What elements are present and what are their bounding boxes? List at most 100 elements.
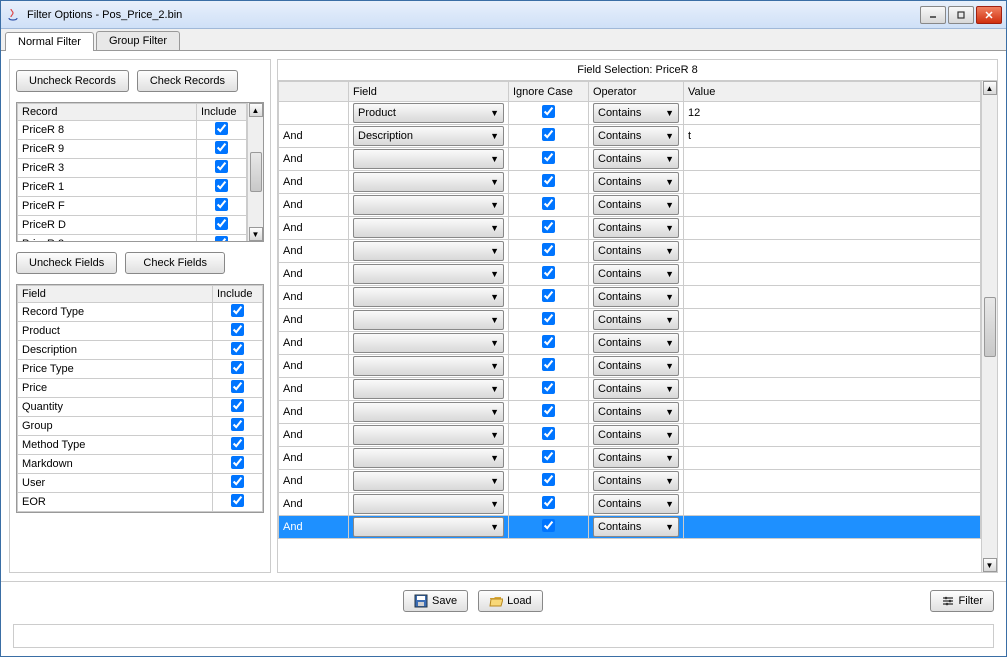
- field-combo[interactable]: ▼: [353, 356, 504, 376]
- operator-combo[interactable]: Contains▼: [593, 448, 679, 468]
- load-button[interactable]: Load: [478, 590, 542, 612]
- field-combo[interactable]: ▼: [353, 517, 504, 537]
- value-input[interactable]: [688, 448, 976, 468]
- value-input[interactable]: [688, 402, 976, 422]
- filter-button[interactable]: Filter: [930, 590, 994, 612]
- operator-combo[interactable]: Contains▼: [593, 517, 679, 537]
- ignore-case-checkbox[interactable]: [542, 289, 555, 302]
- field-combo[interactable]: ▼: [353, 264, 504, 284]
- records-row[interactable]: PriceR 8: [18, 121, 247, 140]
- field-include-checkbox[interactable]: [231, 323, 244, 336]
- andor-cell[interactable]: And: [279, 194, 349, 217]
- value-input[interactable]: [688, 149, 976, 169]
- ignore-case-checkbox[interactable]: [542, 496, 555, 509]
- value-input[interactable]: [688, 241, 976, 261]
- operator-combo[interactable]: Contains▼: [593, 310, 679, 330]
- ignore-case-checkbox[interactable]: [542, 128, 555, 141]
- filter-row[interactable]: And▼Contains▼: [279, 148, 981, 171]
- operator-combo[interactable]: Contains▼: [593, 333, 679, 353]
- andor-cell[interactable]: And: [279, 171, 349, 194]
- maximize-button[interactable]: [948, 6, 974, 24]
- operator-combo[interactable]: Contains▼: [593, 149, 679, 169]
- ignore-case-checkbox[interactable]: [542, 335, 555, 348]
- ignore-case-checkbox[interactable]: [542, 174, 555, 187]
- filter-table[interactable]: Field Ignore Case Operator Value Product…: [278, 81, 981, 572]
- scroll-thumb[interactable]: [250, 152, 262, 192]
- scroll-up-icon[interactable]: ▲: [983, 81, 997, 95]
- filter-row[interactable]: And▼ Contains▼: [279, 240, 981, 263]
- value-input[interactable]: [688, 172, 976, 192]
- field-include-checkbox[interactable]: [231, 304, 244, 317]
- field-combo[interactable]: ▼: [353, 287, 504, 307]
- field-combo[interactable]: ▼: [353, 402, 504, 422]
- filter-row[interactable]: And▼ Contains▼: [279, 516, 981, 539]
- records-row[interactable]: PriceR 1: [18, 178, 247, 197]
- andor-cell[interactable]: And: [279, 240, 349, 263]
- field-combo[interactable]: ▼: [353, 241, 504, 261]
- value-input[interactable]: [688, 333, 976, 353]
- ignore-case-checkbox[interactable]: [542, 197, 555, 210]
- field-combo[interactable]: ▼: [353, 448, 504, 468]
- ignore-case-checkbox[interactable]: [542, 151, 555, 164]
- scroll-down-icon[interactable]: ▼: [249, 227, 263, 241]
- operator-combo[interactable]: Contains▼: [593, 287, 679, 307]
- ignore-case-checkbox[interactable]: [542, 381, 555, 394]
- andor-cell[interactable]: And: [279, 424, 349, 447]
- filter-row[interactable]: And▼Contains▼: [279, 171, 981, 194]
- field-include-checkbox[interactable]: [231, 494, 244, 507]
- filter-scrollbar[interactable]: ▲ ▼: [981, 81, 997, 572]
- filter-row[interactable]: AndDescription▼Contains▼: [279, 125, 981, 148]
- field-include-checkbox[interactable]: [231, 361, 244, 374]
- close-button[interactable]: [976, 6, 1002, 24]
- fields-row[interactable]: Method Type: [18, 436, 263, 455]
- value-input[interactable]: [688, 379, 976, 399]
- value-input[interactable]: [688, 218, 976, 238]
- value-input[interactable]: [688, 356, 976, 376]
- operator-combo[interactable]: Contains▼: [593, 241, 679, 261]
- andor-cell[interactable]: And: [279, 516, 349, 539]
- operator-combo[interactable]: Contains▼: [593, 379, 679, 399]
- filter-row[interactable]: And▼Contains▼: [279, 309, 981, 332]
- records-row[interactable]: PriceR 3: [18, 159, 247, 178]
- records-row[interactable]: PriceR D: [18, 216, 247, 235]
- fields-row[interactable]: Price Type: [18, 360, 263, 379]
- uncheck-records-button[interactable]: Uncheck Records: [16, 70, 129, 92]
- field-include-checkbox[interactable]: [231, 342, 244, 355]
- field-combo[interactable]: Product▼: [353, 103, 504, 123]
- fields-row[interactable]: Product: [18, 322, 263, 341]
- operator-combo[interactable]: Contains▼: [593, 494, 679, 514]
- fields-row[interactable]: Group: [18, 417, 263, 436]
- filter-row[interactable]: And▼Contains▼: [279, 401, 981, 424]
- operator-combo[interactable]: Contains▼: [593, 356, 679, 376]
- filter-row[interactable]: And▼ Contains▼: [279, 447, 981, 470]
- scroll-thumb[interactable]: [984, 297, 996, 357]
- minimize-button[interactable]: [920, 6, 946, 24]
- record-include-checkbox[interactable]: [215, 236, 228, 241]
- field-include-checkbox[interactable]: [231, 418, 244, 431]
- record-include-checkbox[interactable]: [215, 217, 228, 230]
- filter-row[interactable]: And▼Contains▼: [279, 217, 981, 240]
- ignore-case-checkbox[interactable]: [542, 220, 555, 233]
- value-input[interactable]: [688, 195, 976, 215]
- operator-combo[interactable]: Contains▼: [593, 402, 679, 422]
- record-include-checkbox[interactable]: [215, 141, 228, 154]
- field-include-checkbox[interactable]: [231, 437, 244, 450]
- operator-combo[interactable]: Contains▼: [593, 195, 679, 215]
- ignore-case-checkbox[interactable]: [542, 312, 555, 325]
- field-combo[interactable]: ▼: [353, 379, 504, 399]
- value-input[interactable]: [688, 471, 976, 491]
- ignore-case-checkbox[interactable]: [542, 473, 555, 486]
- field-combo[interactable]: ▼: [353, 471, 504, 491]
- record-include-checkbox[interactable]: [215, 122, 228, 135]
- fields-row[interactable]: Quantity: [18, 398, 263, 417]
- andor-cell[interactable]: And: [279, 309, 349, 332]
- value-input[interactable]: [688, 517, 976, 537]
- value-input[interactable]: [688, 287, 976, 307]
- field-combo[interactable]: ▼: [353, 195, 504, 215]
- field-combo[interactable]: ▼: [353, 494, 504, 514]
- field-include-checkbox[interactable]: [231, 399, 244, 412]
- andor-cell[interactable]: And: [279, 447, 349, 470]
- ignore-case-checkbox[interactable]: [542, 358, 555, 371]
- field-combo[interactable]: ▼: [353, 172, 504, 192]
- records-table[interactable]: Record Include PriceR 8PriceR 9PriceR 3P…: [17, 103, 247, 241]
